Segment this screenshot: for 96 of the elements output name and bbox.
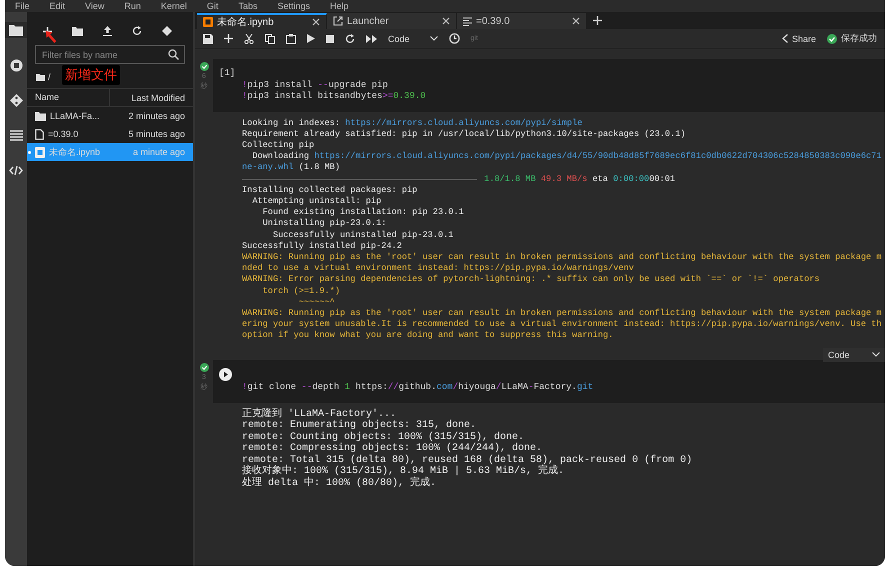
file-name: LLaMA-Fa... — [50, 111, 101, 121]
chevron-down-icon — [872, 352, 880, 358]
output-line: Downloading https://mirrors.cloud.aliyuncs.com/pypi/packages/d4/55/90db48d85f7689ec6f81c0db0622d704306c5284850383c090e6c71 — [251, 151, 882, 162]
menu-item[interactable]: Run — [124, 0, 141, 12]
output-line: Successfully uninstalled pip-23.0.1 — [272, 230, 454, 241]
tab[interactable]: =0.39.0 — [457, 13, 587, 29]
check-circle-icon — [200, 362, 208, 372]
output-line: ~~~~~~^ — [298, 296, 336, 308]
chevron-down-icon — [430, 36, 438, 41]
menu-item[interactable]: View — [85, 0, 104, 12]
output-line: WARNING: Error parsing dependencies of pytorch-lightning: .* suffix can only be used with `==` or `!=` operators — [242, 274, 821, 286]
code-line: !git clone --depth 1 https://github.com/hiyouga/LLaMA-Factory.git — [241, 382, 594, 394]
output-line: remote: Compressing objects: 100% (244/244), done. — [242, 443, 544, 454]
stop-icon[interactable] — [326, 34, 334, 42]
menu-item[interactable]: Git — [206, 0, 218, 12]
menu-item[interactable]: Help — [330, 0, 348, 12]
menu-item[interactable]: Kernel — [160, 0, 187, 12]
check-circle-icon — [827, 34, 837, 44]
output-line: remote: Total 315 (delta 80), reused 168 (delta 58), pack-reused 0 (from 0) — [242, 454, 694, 466]
check-circle-icon — [200, 62, 208, 71]
add-tab-icon[interactable] — [593, 16, 602, 25]
copy-icon[interactable] — [265, 34, 275, 44]
cell-type-dropdown[interactable]: Code — [388, 34, 438, 44]
new-folder-icon[interactable] — [72, 26, 83, 36]
output-line: Attempting uninstall: pip — [251, 196, 382, 208]
file-row[interactable]: LLaMA-Fa... 2 minutes ago — [27, 107, 193, 125]
modified-time: 5 minutes ago — [128, 129, 185, 139]
refresh-icon[interactable] — [345, 34, 355, 44]
upload-icon[interactable] — [103, 26, 112, 36]
notebook-icon — [203, 17, 213, 27]
folder-icon[interactable] — [36, 74, 45, 80]
save-status: 保存成功 — [841, 32, 877, 45]
play-icon[interactable] — [307, 34, 315, 43]
output-line: 1.8/1.8 MB 49.3 MB/s eta 0:00:0000:01 — [483, 174, 676, 185]
column-header[interactable]: Name — [27, 89, 110, 106]
output-line: WARNING: Running pip as the 'root' user can result in broken permissions and conflicting behaviour with the system package m — [242, 308, 882, 320]
menu-item[interactable]: Settings — [277, 0, 310, 12]
external-link-icon — [333, 16, 343, 26]
output-line: Successfully installed pip-24.2 — [242, 240, 403, 252]
file-icon — [35, 128, 44, 140]
share-icon — [782, 34, 788, 43]
file-name: 未命名.ipynb — [49, 146, 102, 158]
cell-type-dropdown[interactable]: Code — [823, 348, 885, 362]
modified-time: 2 minutes ago — [128, 111, 185, 121]
paste-icon[interactable] — [286, 34, 296, 44]
close-icon[interactable] — [312, 18, 320, 26]
output-line: ne-any.whl (1.8 MB) — [242, 162, 341, 174]
fast-forward-icon[interactable] — [366, 34, 377, 42]
code-input[interactable]: [1] !pip3 install --upgrade pip !pip3 install bitsandbytes>=0.39.0 — [213, 59, 885, 112]
output-line: option if you know what you are doing and want to suppress this warning. — [242, 330, 614, 342]
output-line: Found existing installation: pip 23.0.1 — [262, 207, 465, 218]
search-icon — [168, 49, 179, 60]
output-line: Requirement already satisfied: pip in /usr/local/lib/python3.10/site-packages (23.0.1) — [242, 128, 687, 140]
folder-icon — [35, 112, 46, 120]
search-field[interactable]: Filter files by name — [35, 45, 185, 64]
notebook-icon — [35, 146, 45, 158]
breadcrumb[interactable]: / — [48, 72, 51, 82]
share-button[interactable]: Share — [782, 34, 816, 44]
annotation-label: 新增文件 — [62, 65, 120, 85]
execution-count: [1] — [219, 68, 236, 80]
output-line: Uninstalling pip-23.0.1: — [262, 218, 388, 230]
close-icon[interactable] — [442, 17, 450, 25]
file-name: =0.39.0 — [48, 129, 80, 139]
plus-icon[interactable] — [224, 34, 233, 43]
output-line: nded to use a virtual environment instead: https://pip.pypa.io/warnings/venv — [242, 263, 635, 274]
code-line: !pip3 install bitsandbytes>=0.39.0 — [241, 91, 427, 102]
code-line: !pip3 install --upgrade pip — [241, 80, 389, 91]
output-line: Installing collected packages: pip — [242, 184, 418, 196]
clock-icon[interactable] — [448, 33, 460, 44]
output-line: 接收对象中: 100% (315/315), 8.94 MiB | 5.63 MiB/s, 完成. — [242, 466, 566, 478]
column-header[interactable]: Last Modified — [110, 92, 193, 102]
run-button[interactable] — [219, 368, 232, 381]
save-icon[interactable] — [203, 34, 213, 44]
output-line: torch (>=1.9.*) — [262, 286, 341, 297]
output-line: Collecting pip — [242, 140, 316, 152]
cut-icon[interactable] — [244, 34, 254, 44]
modified-time: a minute ago — [132, 147, 185, 157]
output-line: WARNING: Running pip as the 'root' user can result in broken permissions and conflicting behaviour with the system package m — [242, 252, 882, 264]
menu-item[interactable]: File — [15, 0, 30, 12]
folder-icon[interactable] — [5, 22, 27, 38]
output-line: Looking in indexes: https://mirrors.cloud.aliyuncs.com/pypi/simple — [242, 118, 584, 129]
menu-item[interactable]: Tabs — [238, 0, 258, 12]
text-file-icon — [463, 16, 472, 26]
output-line: 处理 delta 中: 100% (80/80), 完成. — [242, 478, 438, 489]
output-line: remote: Counting objects: 100% (315/315), done. — [242, 432, 524, 443]
tab[interactable]: 未命名.ipynb — [197, 13, 327, 29]
tab[interactable]: Launcher — [327, 13, 457, 29]
output-line: 正克隆到 'LLaMA-Factory'... — [242, 409, 396, 420]
output-line: remote: Enumerating objects: 315, done. — [242, 420, 478, 432]
output-line: ering your system unusable.It is recommended to use a virtual environment instead: https://pip.pypa.io/warnings/venv. Use th — [242, 319, 882, 330]
annotation-arrow — [45, 30, 57, 44]
menu-item[interactable]: Edit — [50, 0, 66, 12]
file-row[interactable]: =0.39.0 5 minutes ago — [27, 125, 193, 143]
close-icon[interactable] — [572, 17, 580, 25]
refresh-icon[interactable] — [132, 26, 142, 36]
code-input[interactable]: !git clone --depth 1 https://github.com/hiyouga/LLaMA-Factory.git — [213, 360, 885, 404]
